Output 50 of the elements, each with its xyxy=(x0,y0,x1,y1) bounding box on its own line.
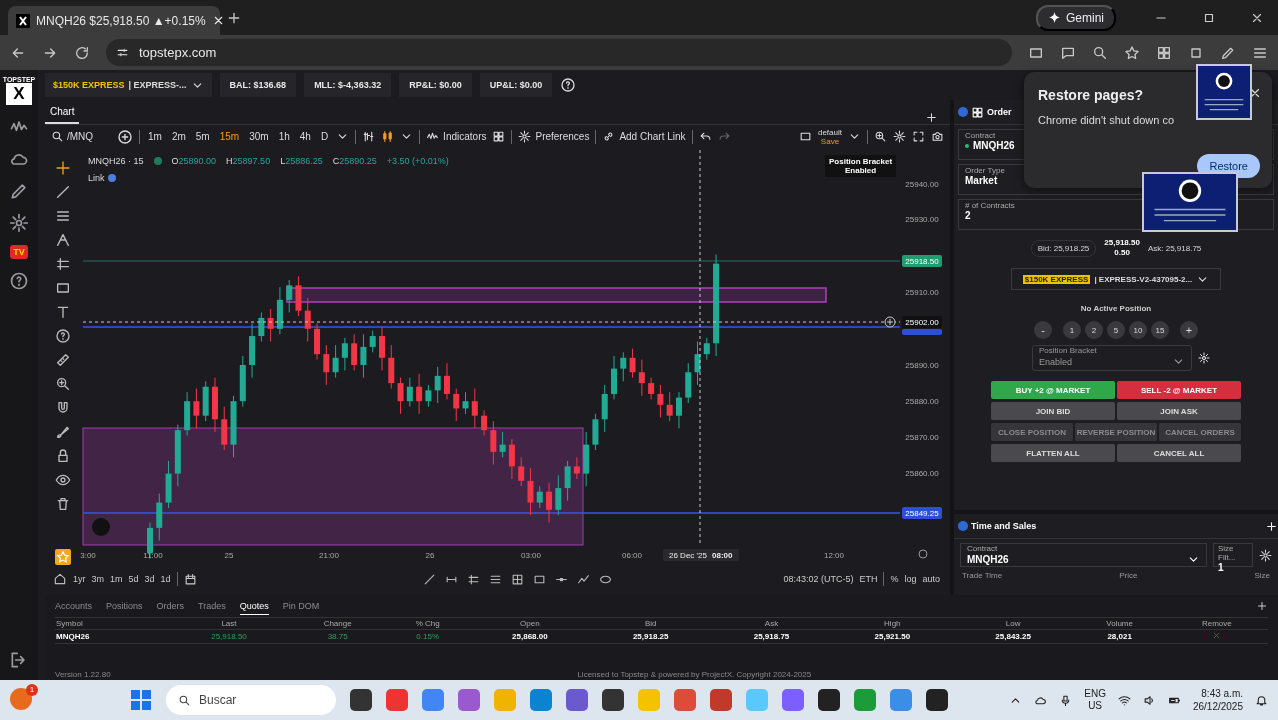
dialog-message: Chrome didn't shut down co xyxy=(1038,114,1175,126)
table-cell: 25,921.50 xyxy=(831,629,953,644)
price-marker: 25849.25 xyxy=(902,507,942,519)
table-cell: 28,021 xyxy=(1073,629,1166,644)
table-cell: 25,918.25 xyxy=(590,629,712,644)
price-axis-label: 25890.00 xyxy=(905,361,939,370)
time-axis-label: 12:00 xyxy=(824,551,844,560)
time-axis-label: 3:00 xyxy=(80,551,96,560)
price-axis-label: 25880.00 xyxy=(905,397,939,406)
table-cell: 0.15% xyxy=(385,629,470,644)
dialog-title: Restore pages? xyxy=(1038,87,1144,103)
table-cell: MNQH26 xyxy=(55,629,169,644)
table-cell: 25,868.00 xyxy=(469,629,591,644)
time-axis-label: 26 xyxy=(425,551,435,560)
time-marker-label: 26 Dec '25 xyxy=(669,551,707,560)
price-axis-label: 25940.00 xyxy=(905,180,939,189)
account-stat: BAL: $136.68 xyxy=(219,73,297,97)
table-cell: 25,918.50 xyxy=(168,629,290,644)
table-cell: 25,918.75 xyxy=(711,629,832,644)
license-text: Licensed to Topstep & powered by ProjectX. Copyright 2024-2025 xyxy=(577,669,812,679)
bracket-tooltip: Position Bracket Enabled xyxy=(825,155,897,177)
ohlc-value: O25890.00 xyxy=(171,156,217,166)
price-change: +3.50 (+0.01%) xyxy=(386,156,449,166)
version-text: Version 1.22.80 xyxy=(55,669,111,679)
price-axis-label: 25870.00 xyxy=(905,433,939,442)
time-axis-label: 06:00 xyxy=(622,551,642,560)
price-axis-label: 25930.00 xyxy=(905,215,939,224)
ohlc-value: C25890.25 xyxy=(332,156,377,166)
table-cell: 25,843.25 xyxy=(952,629,1074,644)
position-status: No Active Position xyxy=(1080,304,1152,313)
time-axis-label: 21:00 xyxy=(319,551,339,560)
notification-badge: 1 xyxy=(26,684,38,696)
chart-clock: 08:43:02 (UTC-5) xyxy=(783,574,854,584)
table-cell: 38.75 xyxy=(289,629,386,644)
spread-value: 0.50 xyxy=(1114,248,1130,258)
last-price: 25,918.50 xyxy=(1104,238,1140,248)
ohlc-value: L25886.25 xyxy=(280,156,323,166)
account-stat: RP&L: $0.00 xyxy=(399,73,472,97)
time-axis-label: 03:00 xyxy=(521,551,541,560)
ohlc-value: H25897.50 xyxy=(226,156,271,166)
time-axis-label: 25 xyxy=(224,551,234,560)
chart-symbol-title: MNQH26 · 15 xyxy=(88,156,144,166)
price-axis-label: 25860.00 xyxy=(905,469,939,478)
time-axis-label: 11:00 xyxy=(143,551,163,560)
account-stat: UP&L: $0.00 xyxy=(479,73,553,97)
price-axis-label: 25910.00 xyxy=(905,288,939,297)
price-marker: 25918.50 xyxy=(902,255,942,267)
time-marker-label: 08:00 xyxy=(712,551,733,560)
price-marker: 25902.00 xyxy=(902,316,942,328)
account-stat: MLL: $-4,363.32 xyxy=(304,73,392,97)
